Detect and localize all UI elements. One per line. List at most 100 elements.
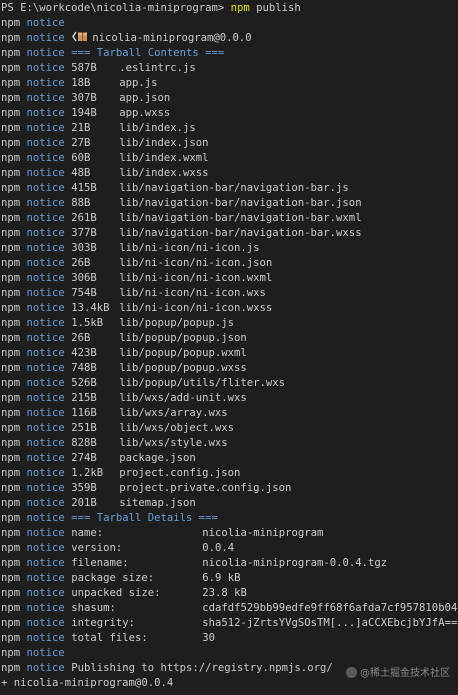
detail-key: version: bbox=[71, 542, 123, 554]
npm-label: npm bbox=[1, 587, 21, 599]
publish-result: + nicolia-miniprogram@0.0.4 bbox=[1, 677, 174, 689]
npm-label: npm bbox=[1, 407, 21, 419]
package-icon bbox=[72, 31, 88, 42]
npm-label: npm bbox=[1, 152, 21, 164]
file-size: 1.5kB bbox=[71, 317, 104, 329]
npm-label: npm bbox=[1, 632, 21, 644]
notice-label: notice bbox=[26, 17, 65, 29]
npm-label: npm bbox=[1, 62, 21, 74]
detail-key: total files: bbox=[71, 632, 148, 644]
file-row: npm notice 828B lib/wxs/style.wxs bbox=[1, 436, 457, 451]
file-row: npm notice 587B .eslintrc.js bbox=[1, 61, 457, 76]
notice-label: notice bbox=[26, 437, 65, 449]
file-row: npm notice 194B app.wxss bbox=[1, 106, 457, 121]
detail-value: cdafdf529bb99edfe9ff68f6afda7cf957810b04 bbox=[202, 602, 457, 614]
file-path: lib/ni-icon/ni-icon.wxml bbox=[119, 272, 273, 284]
detail-value: 30 bbox=[202, 632, 215, 644]
detail-value: sha512-jZrtsYVgSOsTM[...]aCCXEbcjbYJfA== bbox=[202, 617, 457, 629]
notice-label: notice bbox=[26, 77, 65, 89]
file-path: .eslintrc.js bbox=[119, 62, 196, 74]
notice-label: notice bbox=[26, 557, 65, 569]
npm-label: npm bbox=[1, 17, 21, 29]
package-name-version: nicolia-miniprogram@0.0.0 bbox=[92, 32, 252, 44]
file-size: 587B bbox=[71, 62, 97, 74]
file-size: 116B bbox=[71, 407, 97, 419]
file-size: 18B bbox=[71, 77, 91, 89]
file-row: npm notice 748B lib/popup/popup.wxss bbox=[1, 361, 457, 376]
watermark-text: @稀土掘金技术社区 bbox=[360, 668, 450, 679]
file-row: npm notice 18B app.js bbox=[1, 76, 457, 91]
file-path: lib/popup/popup.wxml bbox=[119, 347, 247, 359]
file-row: npm notice 359B project.private.config.js… bbox=[1, 481, 457, 496]
npm-label: npm bbox=[1, 512, 21, 524]
tarball-details-title: === Tarball Details === bbox=[71, 512, 218, 524]
file-size: 194B bbox=[71, 107, 97, 119]
npm-label: npm bbox=[1, 182, 21, 194]
notice-label: notice bbox=[26, 482, 65, 494]
watermark: @稀土掘金技术社区 bbox=[346, 667, 450, 681]
notice-label: notice bbox=[26, 392, 65, 404]
file-size: 359B bbox=[71, 482, 97, 494]
detail-row: npm notice version: 0.0.4 bbox=[1, 541, 457, 556]
details-title-line: npm notice === Tarball Details === bbox=[1, 511, 457, 526]
file-path: lib/wxs/style.wxs bbox=[119, 437, 228, 449]
npm-label: npm bbox=[1, 302, 21, 314]
file-path: lib/navigation-bar/navigation-bar.wxml bbox=[119, 212, 362, 224]
contents-title-line: npm notice === Tarball Contents === bbox=[1, 46, 457, 61]
npm-label: npm bbox=[1, 362, 21, 374]
notice-label: notice bbox=[26, 107, 65, 119]
npm-label: npm bbox=[1, 227, 21, 239]
file-path: lib/navigation-bar/navigation-bar.js bbox=[119, 182, 349, 194]
file-size: 26B bbox=[71, 257, 91, 269]
file-size: 201B bbox=[71, 497, 97, 509]
notice-label: notice bbox=[26, 347, 65, 359]
command-name: npm bbox=[230, 2, 250, 14]
notice-label: notice bbox=[26, 92, 65, 104]
notice-label: notice bbox=[26, 32, 65, 44]
detail-row: npm notice unpacked size: 23.8 kB bbox=[1, 586, 457, 601]
file-path: sitemap.json bbox=[119, 497, 196, 509]
npm-label: npm bbox=[1, 392, 21, 404]
detail-key: package size: bbox=[71, 572, 155, 584]
detail-key: unpacked size: bbox=[71, 587, 161, 599]
file-row: npm notice 526B lib/popup/utils/fliter.wx… bbox=[1, 376, 457, 391]
file-path: lib/popup/popup.wxss bbox=[119, 362, 247, 374]
npm-label: npm bbox=[1, 212, 21, 224]
detail-value: nicolia-miniprogram-0.0.4.tgz bbox=[202, 557, 388, 569]
publishing-message: Publishing to https://registry.npmjs.org… bbox=[71, 662, 333, 674]
file-path: lib/popup/popup.js bbox=[119, 317, 235, 329]
notice-label: notice bbox=[26, 182, 65, 194]
file-size: 307B bbox=[71, 92, 97, 104]
notice-label: notice bbox=[26, 527, 65, 539]
file-path: lib/index.json bbox=[119, 137, 209, 149]
juejin-logo-icon bbox=[346, 667, 357, 678]
file-path: lib/popup/utils/fliter.wxs bbox=[119, 377, 286, 389]
file-row: npm notice 201B sitemap.json bbox=[1, 496, 457, 511]
detail-value: 6.9 kB bbox=[202, 572, 241, 584]
file-row: npm notice 26B lib/ni-icon/ni-icon.json bbox=[1, 256, 457, 271]
detail-row: npm notice shasum: cdafdf529bb99edfe9ff68… bbox=[1, 601, 457, 616]
command-argument: publish bbox=[256, 2, 301, 14]
notice-label: notice bbox=[26, 62, 65, 74]
file-row: npm notice 306B lib/ni-icon/ni-icon.wxml bbox=[1, 271, 457, 286]
file-row: npm notice 13.4kB lib/ni-icon/ni-icon.wxs… bbox=[1, 301, 457, 316]
npm-label: npm bbox=[1, 662, 21, 674]
npm-label: npm bbox=[1, 467, 21, 479]
npm-label: npm bbox=[1, 32, 21, 44]
tarball-details-list: npm notice name: nicolia-miniprogram npm n… bbox=[1, 526, 457, 646]
file-row: npm notice 754B lib/ni-icon/ni-icon.wxs bbox=[1, 286, 457, 301]
file-path: package.json bbox=[119, 452, 196, 464]
detail-row: npm notice package size: 6.9 kB bbox=[1, 571, 457, 586]
notice-label: notice bbox=[26, 512, 65, 524]
npm-label: npm bbox=[1, 497, 21, 509]
file-row: npm notice 116B lib/wxs/array.wxs bbox=[1, 406, 457, 421]
file-size: 828B bbox=[71, 437, 97, 449]
notice-label: notice bbox=[26, 632, 65, 644]
file-row: npm notice 1.5kB lib/popup/popup.js bbox=[1, 316, 457, 331]
file-path: lib/wxs/object.wxs bbox=[119, 422, 235, 434]
file-size: 377B bbox=[71, 227, 97, 239]
file-path: lib/ni-icon/ni-icon.wxss bbox=[119, 302, 273, 314]
npm-label: npm bbox=[1, 422, 21, 434]
file-path: lib/index.wxss bbox=[119, 167, 209, 179]
file-row: npm notice 27B lib/index.json bbox=[1, 136, 457, 151]
